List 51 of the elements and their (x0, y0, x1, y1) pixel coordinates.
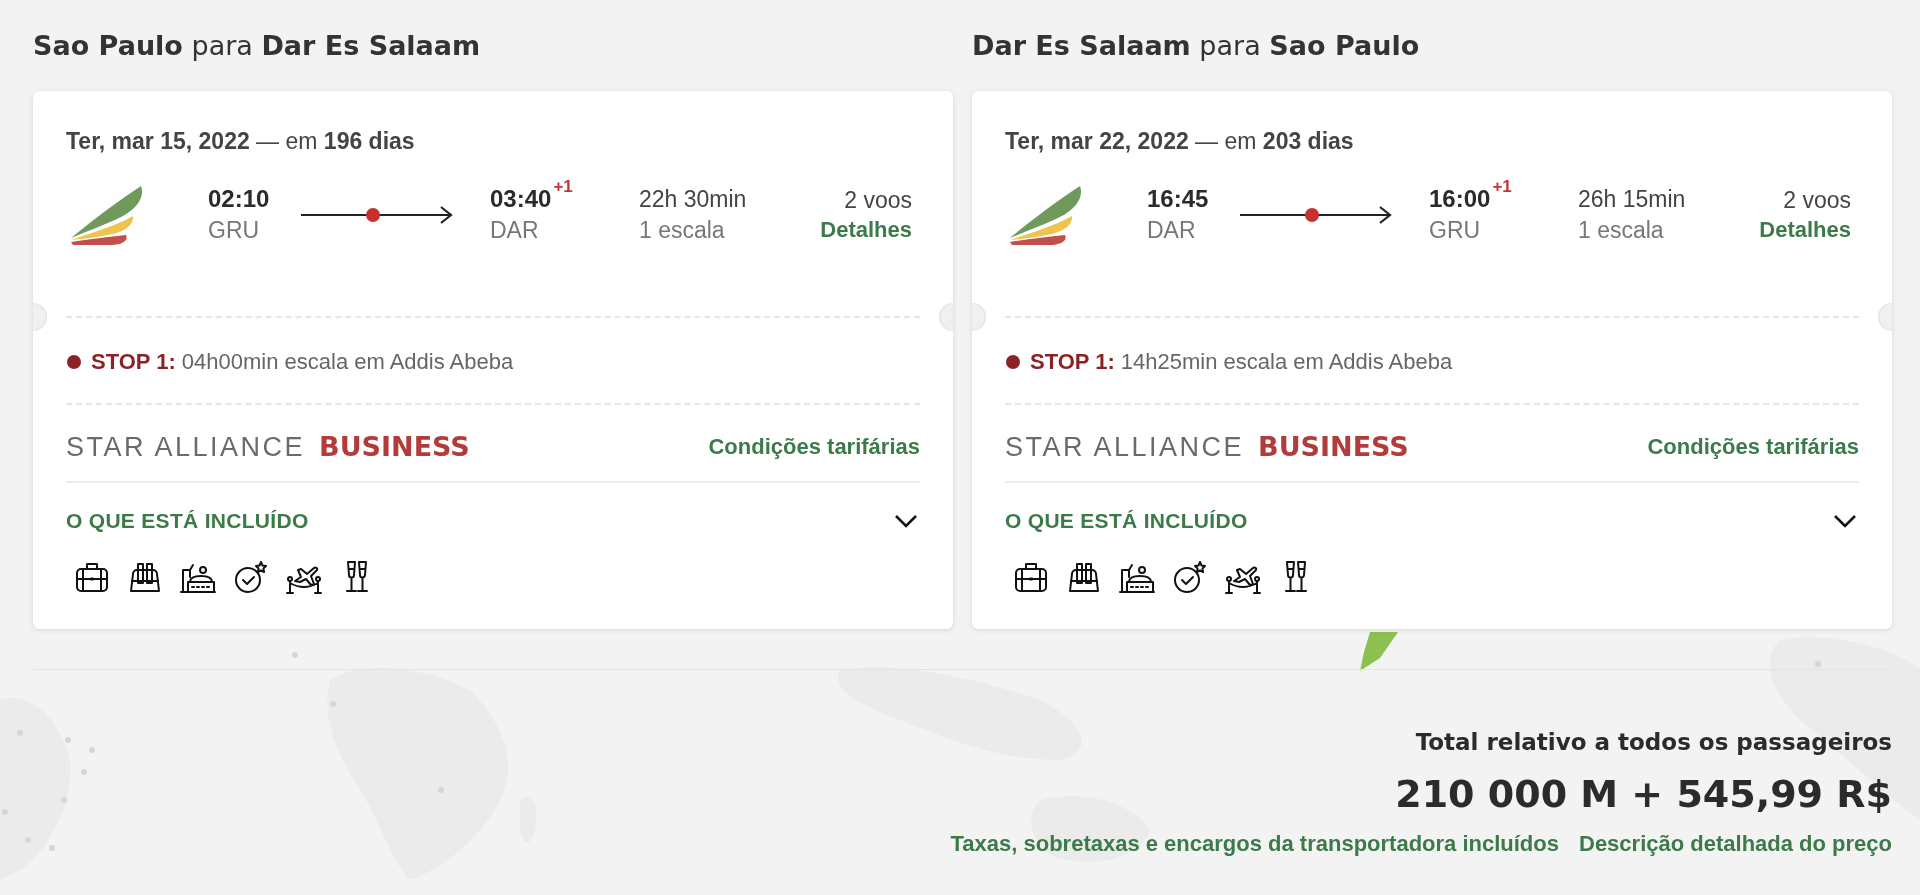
ticket-notch (972, 303, 986, 331)
fees-note: Taxas, sobretaxas e encargos da transportadora incluídos (950, 830, 1559, 858)
flight-duration: 26h 15min (1578, 185, 1686, 214)
day-offset: +1 (553, 178, 573, 196)
details-link[interactable]: Detalhes (820, 215, 912, 245)
flight-duration: 22h 30min (639, 185, 747, 214)
departure-airport: GRU (208, 216, 260, 245)
price-breakdown-link[interactable]: Descrição detalhada do preço (1579, 829, 1892, 859)
details-link[interactable]: Detalhes (1759, 215, 1851, 245)
map-marker-drawing (1360, 632, 1398, 671)
fare-conditions-link[interactable]: Condições tarifárias (1647, 432, 1859, 462)
route-title: Sao Paulo para Dar Es Salaam (33, 30, 481, 62)
stop-dot-icon (67, 355, 81, 369)
departure-date: Ter, mar 22, 2022 — em 203 dias (1005, 127, 1354, 156)
alliance-name: STAR ALLIANCE (66, 431, 306, 464)
arrival-airport: DAR (490, 216, 539, 245)
departure-airport: DAR (1147, 216, 1196, 245)
stop-dot-icon (1006, 355, 1020, 369)
departure-time: 16:45 (1147, 184, 1209, 214)
check-star-icon (1172, 559, 1208, 595)
departure-time: 02:10 (208, 184, 270, 214)
ticket-notch (1878, 303, 1892, 331)
day-offset: +1 (1492, 178, 1512, 196)
cabin-class: BUSINESS (319, 430, 470, 464)
stop-label: STOP 1: (1030, 348, 1115, 376)
wing-logo-icon (69, 185, 145, 245)
wing-logo-icon (1008, 185, 1084, 245)
included-toggle[interactable]: O QUE ESTÁ INCLUÍDO (1005, 507, 1859, 535)
stop-label: STOP 1: (91, 348, 176, 376)
stop-description: 14h25min escala em Addis Abeba (1120, 348, 1453, 376)
route-arrow-icon (1240, 205, 1392, 225)
ticket-notch (939, 303, 953, 331)
total-amount: 210 000 M + 545,99 R$ (1395, 771, 1892, 817)
arrival-time: 16:00 (1429, 184, 1491, 214)
ticket-notch (33, 303, 47, 331)
arrival-time: 03:40 (490, 184, 552, 214)
stop-count: 1 escala (1578, 216, 1664, 245)
route-title: Dar Es Salaam para Sao Paulo (972, 30, 1420, 62)
included-toggle[interactable]: O QUE ESTÁ INCLUÍDO (66, 507, 920, 535)
flight-count: 2 voos (844, 186, 912, 215)
check-star-icon (233, 559, 269, 595)
alliance-name: STAR ALLIANCE (1005, 431, 1245, 464)
arrival-airport: GRU (1429, 216, 1481, 245)
flight-count: 2 voos (1783, 186, 1851, 215)
fare-conditions-link[interactable]: Condições tarifárias (708, 432, 920, 462)
departure-date: Ter, mar 15, 2022 — em 196 dias (66, 127, 415, 156)
total-label: Total relativo a todos os passageiros (1415, 728, 1892, 757)
stop-count: 1 escala (639, 216, 725, 245)
cabin-class: BUSINESS (1258, 430, 1409, 464)
route-arrow-icon (301, 205, 453, 225)
stop-description: 04h00min escala em Addis Abeba (181, 348, 514, 376)
